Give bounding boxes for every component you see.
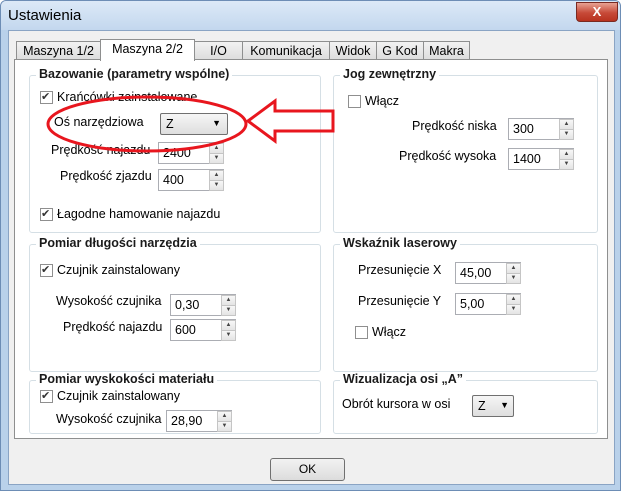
homing-group-title: Bazowanie (parametry wspólne) xyxy=(36,67,233,81)
offset-y-label: Przesunięcie Y xyxy=(358,294,442,308)
material-sensor-label: Czujnik zainstalowany xyxy=(57,389,180,403)
tab-komunikacja[interactable]: Komunikacja xyxy=(242,41,330,60)
endstops-label: Krańcówki zainstalowane xyxy=(57,90,198,104)
laser-group-title: Wskaźnik laserowy xyxy=(340,236,460,250)
window-title: Ustawienia xyxy=(8,7,82,24)
jog-group-title: Jog zewnętrzny xyxy=(340,67,440,81)
leave-speed-label: Prędkość zjazdu xyxy=(60,169,152,183)
tool-sensor-height-label: Wysokość czujnika xyxy=(56,294,162,308)
dialog-body: Maszyna 1/2 Maszyna 2/2 I/O Komunikacja … xyxy=(8,30,615,485)
cursor-rotation-label: Obrót kursora w osi xyxy=(342,397,451,411)
spin-down-icon[interactable]: ▼ xyxy=(221,305,236,316)
spin-down-icon[interactable]: ▼ xyxy=(217,421,232,432)
tool-approach-speed-value: 600 xyxy=(175,323,196,337)
offset-x-value: 45,00 xyxy=(460,266,492,280)
tab-widok[interactable]: Widok xyxy=(329,41,377,60)
spin-down-icon[interactable]: ▼ xyxy=(559,159,574,170)
tab-maszyna-2[interactable]: Maszyna 2/2 xyxy=(100,39,195,61)
tool-sensor-checkbox[interactable] xyxy=(40,263,53,277)
cursor-rotation-value: Z xyxy=(478,399,486,413)
jog-enable-label: Włącz xyxy=(365,94,400,108)
tool-approach-speed-spinner[interactable]: 600 ▲ ▼ xyxy=(170,319,236,341)
material-sensor-height-label: Wysokość czujnika xyxy=(56,412,162,426)
soft-brake-label: Łagodne hamowanie najazdu xyxy=(57,207,221,221)
close-button[interactable]: X xyxy=(576,2,618,22)
tool-sensor-height-value: 0,30 xyxy=(175,298,200,312)
ok-button[interactable]: OK xyxy=(270,458,345,481)
material-sensor-checkbox[interactable] xyxy=(40,389,53,403)
offset-x-spinner[interactable]: 45,00 ▲ ▼ xyxy=(455,262,521,284)
tool-axis-value: Z xyxy=(166,117,174,131)
title-bar[interactable]: Ustawienia X xyxy=(1,1,620,30)
spin-down-icon[interactable]: ▼ xyxy=(506,304,521,315)
tab-maszyna-1[interactable]: Maszyna 1/2 xyxy=(16,41,101,60)
laser-group: Wskaźnik laserowy Przesunięcie X 45,00 ▲… xyxy=(333,236,598,372)
homing-group: Bazowanie (parametry wspólne) Krańcówki … xyxy=(29,67,321,233)
tool-sensor-height-spinner[interactable]: 0,30 ▲ ▼ xyxy=(170,294,236,316)
high-speed-value: 1400 xyxy=(513,152,541,166)
endstops-checkbox[interactable] xyxy=(40,90,53,104)
laser-enable-label: Włącz xyxy=(372,325,407,339)
spin-down-icon[interactable]: ▼ xyxy=(559,129,574,140)
tool-axis-label: Oś narzędziowa xyxy=(54,115,144,129)
low-speed-value: 300 xyxy=(513,122,534,136)
approach-speed-spinner[interactable]: 2400 ▲ ▼ xyxy=(158,142,224,164)
tool-length-group: Pomiar długości narzędzia Czujnik zainst… xyxy=(29,236,321,372)
cursor-rotation-dropdown[interactable]: Z ▼ xyxy=(472,395,514,417)
high-speed-label: Prędkość wysoka xyxy=(399,149,497,163)
tab-io[interactable]: I/O xyxy=(194,41,243,60)
tab-panel: Bazowanie (parametry wspólne) Krańcówki … xyxy=(14,59,608,439)
material-height-group-title: Pomiar wyskokości materiału xyxy=(36,372,218,386)
chevron-down-icon: ▼ xyxy=(500,400,509,410)
spin-down-icon[interactable]: ▼ xyxy=(209,153,224,164)
jog-enable-checkbox[interactable] xyxy=(348,95,361,108)
laser-enable-checkbox[interactable] xyxy=(355,326,368,339)
tool-sensor-label: Czujnik zainstalowany xyxy=(57,263,180,277)
tool-axis-dropdown[interactable]: Z ▼ xyxy=(160,113,228,135)
settings-window: Ustawienia X Maszyna 1/2 Maszyna 2/2 I/O… xyxy=(0,0,621,491)
spin-down-icon[interactable]: ▼ xyxy=(221,330,236,341)
tool-length-group-title: Pomiar długości narzędzia xyxy=(36,236,200,250)
leave-speed-spinner[interactable]: 400 ▲ ▼ xyxy=(158,169,224,191)
jog-group: Jog zewnętrzny Włącz Prędkość niska 300 … xyxy=(333,67,598,233)
a-axis-group-title: Wizualizacja osi „A” xyxy=(340,372,467,386)
high-speed-spinner[interactable]: 1400 ▲ ▼ xyxy=(508,148,574,170)
material-height-group: Pomiar wyskokości materiału Czujnik zain… xyxy=(29,372,321,434)
offset-y-spinner[interactable]: 5,00 ▲ ▼ xyxy=(455,293,521,315)
soft-brake-checkbox[interactable] xyxy=(40,207,53,221)
spin-down-icon[interactable]: ▼ xyxy=(209,180,224,191)
offset-x-label: Przesunięcie X xyxy=(358,263,442,277)
tab-makra[interactable]: Makra xyxy=(423,41,470,60)
tab-g-kod[interactable]: G Kod xyxy=(376,41,424,60)
approach-speed-label: Prędkość najazdu xyxy=(51,143,151,157)
material-sensor-height-value: 28,90 xyxy=(171,414,203,428)
spin-down-icon[interactable]: ▼ xyxy=(506,273,521,284)
leave-speed-value: 400 xyxy=(163,173,184,187)
a-axis-group: Wizualizacja osi „A” Obrót kursora w osi… xyxy=(333,372,598,434)
material-sensor-height-spinner[interactable]: 28,90 ▲ ▼ xyxy=(166,410,232,432)
chevron-down-icon: ▼ xyxy=(212,118,221,128)
approach-speed-value: 2400 xyxy=(163,146,191,160)
offset-y-value: 5,00 xyxy=(460,297,485,311)
low-speed-label: Prędkość niska xyxy=(412,119,497,133)
low-speed-spinner[interactable]: 300 ▲ ▼ xyxy=(508,118,574,140)
tool-approach-speed-label: Prędkość najazdu xyxy=(63,320,163,334)
